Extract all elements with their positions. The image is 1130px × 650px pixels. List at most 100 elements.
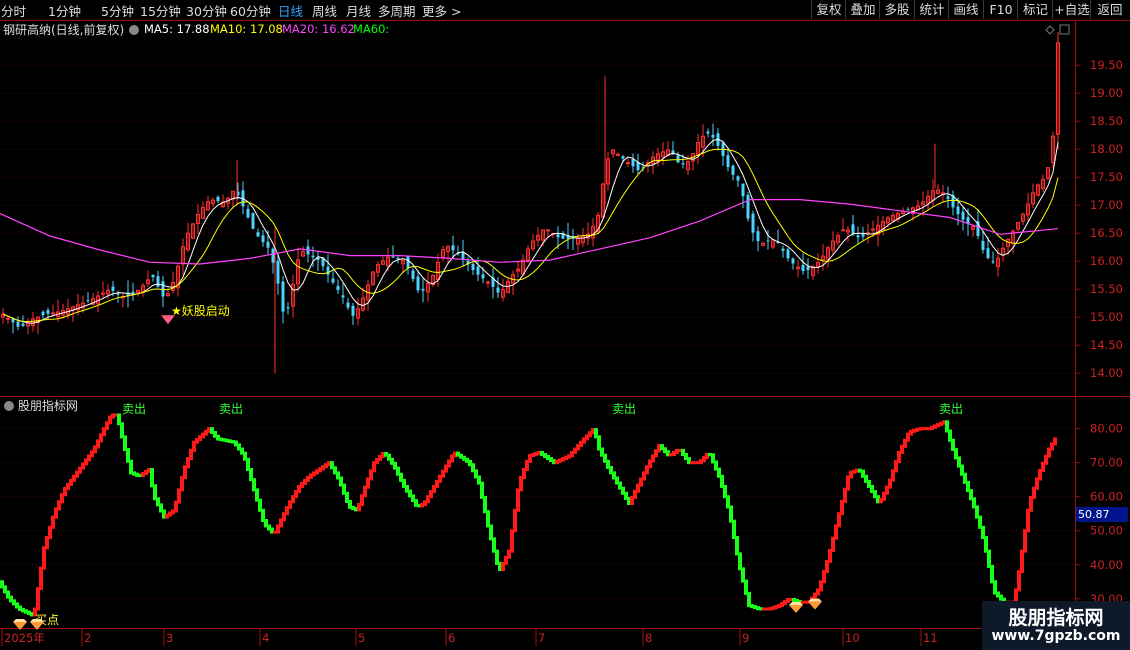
indicator-settings-icon[interactable]	[4, 401, 14, 411]
candle-body-198	[991, 261, 995, 263]
candle-body-50	[251, 213, 255, 229]
candle-21	[106, 284, 110, 300]
ma60-value: MA60:	[353, 22, 390, 36]
candle-50	[251, 212, 255, 230]
period-tab-6[interactable]: 日线	[278, 1, 303, 20]
sub-tick-label-4: 70.00	[1090, 456, 1123, 470]
candle-body-111	[556, 234, 560, 238]
price-chart[interactable]: ★妖股启动	[0, 32, 1060, 374]
candle-body-153	[766, 240, 770, 242]
candle-body-192	[961, 211, 965, 220]
sub-tick-label-2: 50.00	[1090, 524, 1123, 538]
candle-body-150	[751, 213, 755, 233]
candle-100	[501, 278, 505, 302]
candle-54	[271, 247, 275, 274]
candle-158	[791, 257, 795, 270]
candle-body-99	[496, 287, 500, 293]
toolbar-button-0[interactable]: 复权	[811, 0, 846, 19]
candle-body-43	[216, 196, 220, 202]
indicator-chart[interactable]: 卖出 卖出 卖出 卖出买点	[0, 402, 1057, 631]
indicator-step-342	[1023, 529, 1027, 553]
annotation-label-0: ★妖股启动	[171, 304, 230, 318]
candle-188	[941, 185, 945, 203]
candle-body-68	[341, 295, 345, 298]
candle-145	[726, 147, 730, 172]
candle-body-126	[631, 159, 635, 167]
candle-body-17	[86, 300, 90, 302]
candle-body-96	[481, 274, 485, 279]
candle-141	[706, 128, 710, 138]
candle-68	[341, 283, 345, 304]
candle-body-148	[741, 183, 745, 197]
candle-body-174	[871, 228, 875, 231]
candle-163	[816, 253, 820, 274]
candle-41	[206, 195, 210, 211]
candle-body-135	[676, 155, 680, 163]
x-tick-label-2: 3	[166, 631, 173, 645]
candle-body-168	[841, 229, 845, 232]
candle-85	[426, 271, 430, 302]
candle-body-142	[711, 134, 715, 138]
toolbar-button-1[interactable]: 叠加	[845, 0, 880, 19]
period-tab-0[interactable]: 分时	[1, 1, 26, 20]
candle-94	[471, 262, 475, 275]
toolbar-button-4[interactable]: 画线	[948, 0, 983, 19]
indicator-step-13	[36, 587, 40, 611]
indicator-step-343	[1026, 508, 1030, 533]
indicator-title: 股朋指标网	[0, 397, 78, 414]
watermark-url: www.7gpzb.com	[991, 628, 1121, 644]
candle-168	[841, 218, 845, 232]
candle-32	[161, 275, 165, 308]
candle-body-157	[786, 249, 790, 259]
candle-154	[771, 239, 775, 250]
candle-179	[896, 211, 900, 223]
candle-176	[881, 215, 885, 236]
candle-body-156	[781, 248, 785, 251]
candle-body-1	[6, 317, 10, 320]
period-tab-9[interactable]: 多周期	[378, 1, 416, 20]
candle-103	[516, 261, 520, 278]
toolbar-button-7[interactable]: +自选	[1052, 0, 1091, 19]
buy-diamond-icon-2	[789, 605, 803, 614]
candle-125	[626, 157, 630, 167]
candle-192	[961, 206, 965, 231]
toolbar-button-8[interactable]: 返回	[1090, 0, 1129, 19]
signal-label-3: 卖出	[939, 402, 963, 416]
toolbar-button-6[interactable]: 标记	[1017, 0, 1053, 19]
candle-24	[121, 293, 125, 308]
period-tab-5[interactable]: 60分钟	[230, 1, 271, 20]
candle-73	[366, 279, 370, 311]
period-tab-7[interactable]: 周线	[312, 1, 337, 20]
candle-76	[381, 256, 385, 265]
candle-69	[346, 297, 350, 310]
candle-17	[86, 292, 90, 303]
indicator-step-172	[513, 508, 517, 533]
period-tab-2[interactable]: 5分钟	[101, 1, 134, 20]
main-tick-label-6: 17.00	[1090, 198, 1123, 212]
candle-57	[286, 302, 290, 315]
toolbar-button-2[interactable]: 多股	[879, 0, 914, 19]
x-tick-label-8: 9	[742, 631, 749, 645]
candle-165	[826, 245, 830, 268]
candle-97	[486, 280, 490, 288]
candle-131	[656, 147, 660, 167]
candle-74	[371, 270, 375, 287]
candle-body-189	[946, 196, 950, 200]
period-tab-8[interactable]: 月线	[346, 1, 371, 20]
main-tick-label-4: 16.00	[1090, 254, 1123, 268]
ma5-value: MA5: 17.88	[144, 22, 210, 36]
period-tab-10[interactable]: 更多 >	[422, 1, 461, 20]
candle-61	[306, 239, 310, 263]
candle-89	[446, 244, 450, 263]
period-tab-3[interactable]: 15分钟	[140, 1, 181, 20]
period-tab-1[interactable]: 1分钟	[48, 1, 81, 20]
candle-86	[431, 274, 435, 288]
candle-body-161	[806, 266, 810, 271]
candle-130	[651, 151, 655, 175]
candle-118	[591, 218, 595, 247]
x-tick-label-9: 10	[845, 631, 860, 645]
candle-body-78	[391, 256, 395, 258]
period-tab-4[interactable]: 30分钟	[186, 1, 227, 20]
toolbar-button-5[interactable]: F10	[983, 0, 1018, 19]
toolbar-button-3[interactable]: 统计	[914, 0, 949, 19]
